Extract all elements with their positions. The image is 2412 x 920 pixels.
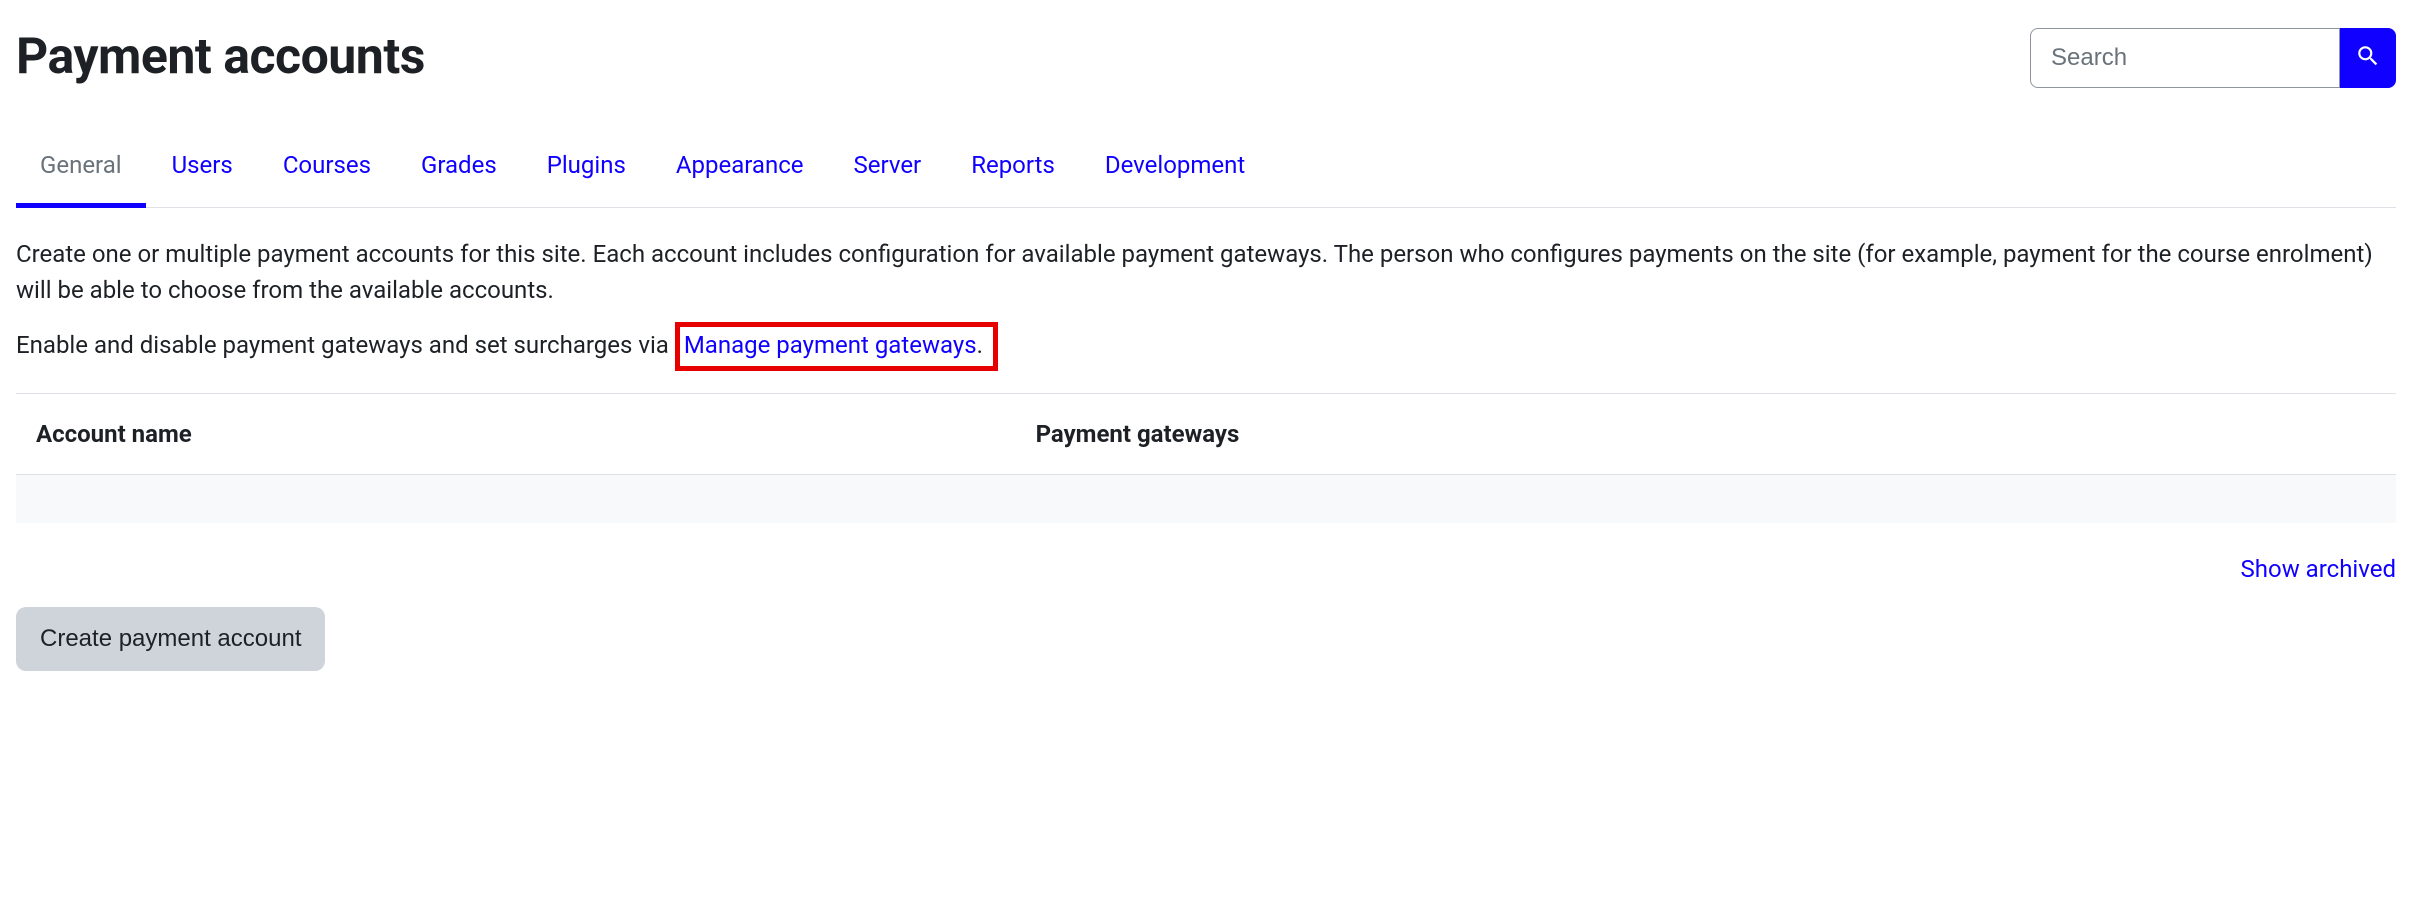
tab-bar: General Users Courses Grades Plugins App…: [16, 135, 2396, 208]
search-form: [2030, 28, 2396, 88]
description-suffix: .: [977, 331, 983, 359]
tab-reports[interactable]: Reports: [971, 135, 1055, 207]
tab-plugins[interactable]: Plugins: [547, 135, 626, 207]
col-payment-gateways: Payment gateways: [1016, 394, 2396, 475]
accounts-table: Account name Payment gateways: [16, 394, 2396, 523]
description-paragraph: Create one or multiple payment accounts …: [16, 236, 2396, 308]
col-account-name: Account name: [16, 394, 1016, 475]
show-archived-link[interactable]: Show archived: [2241, 551, 2396, 587]
description-prefix: Enable and disable payment gateways and …: [16, 331, 675, 359]
description-paragraph-2: Enable and disable payment gateways and …: [16, 322, 2396, 394]
tab-courses[interactable]: Courses: [283, 135, 371, 207]
tab-development[interactable]: Development: [1105, 135, 1245, 207]
search-input[interactable]: [2030, 28, 2340, 88]
search-button[interactable]: [2340, 28, 2396, 88]
tab-appearance[interactable]: Appearance: [676, 135, 804, 207]
tab-grades[interactable]: Grades: [421, 135, 497, 207]
manage-payment-gateways-link[interactable]: Manage payment gateways: [684, 331, 977, 359]
tab-server[interactable]: Server: [854, 135, 922, 207]
create-payment-account-button[interactable]: Create payment account: [16, 607, 325, 671]
page-title: Payment accounts: [16, 20, 425, 95]
table-row: [16, 475, 2396, 523]
search-icon: [2355, 43, 2381, 72]
tab-users[interactable]: Users: [172, 135, 233, 207]
highlighted-link-box: Manage payment gateways.: [675, 322, 998, 371]
tab-general[interactable]: General: [40, 135, 122, 207]
